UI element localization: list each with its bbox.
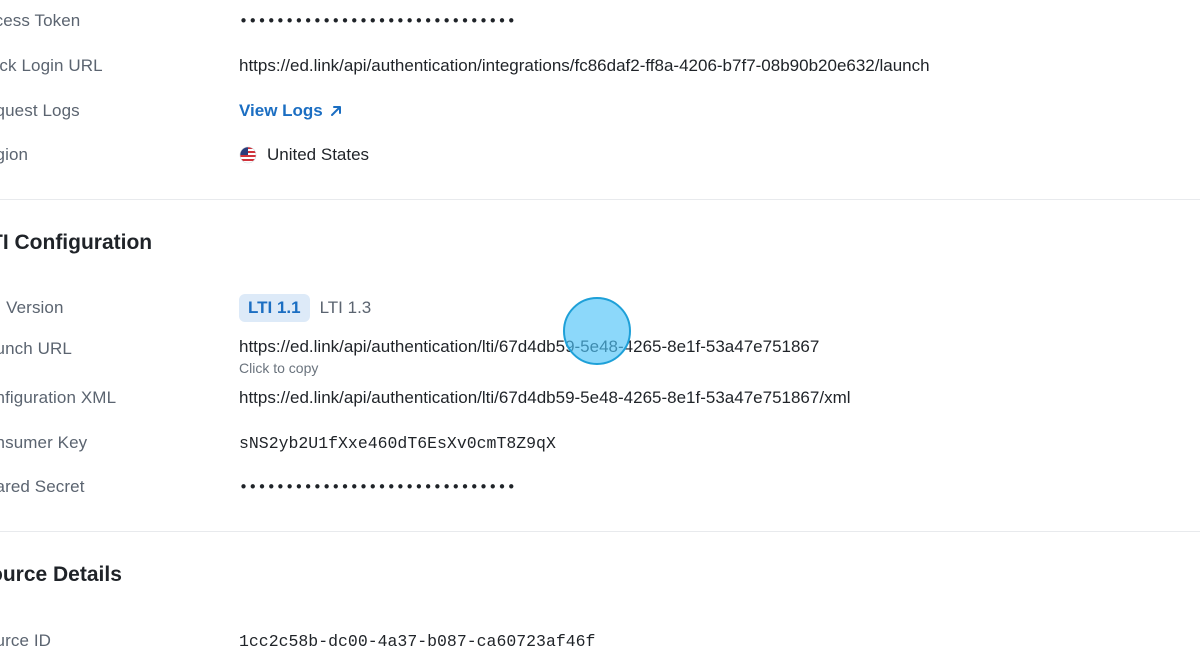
- region-label: egion: [0, 145, 29, 164]
- access-token-value[interactable]: ••••••••••••••••••••••••••••••: [239, 12, 516, 30]
- lti-version-label: TI Version: [0, 298, 64, 317]
- consumer-key-value[interactable]: sNS2yb2U1fXxe460dT6EsXv0cmT8Z9qX: [239, 434, 556, 453]
- lti-1-1-option[interactable]: LTI 1.1: [239, 294, 310, 322]
- section-divider: [0, 531, 1200, 532]
- config-xml-row: onfiguration XML https://ed.link/api/aut…: [0, 384, 1200, 412]
- us-flag-icon: [239, 146, 257, 164]
- launch-url-value[interactable]: https://ed.link/api/authentication/lti/6…: [239, 337, 819, 357]
- lti-version-toggle: LTI 1.1 LTI 1.3: [239, 294, 381, 322]
- source-details-title: ource Details: [0, 563, 122, 586]
- shared-secret-value[interactable]: ••••••••••••••••••••••••••••••: [239, 478, 516, 496]
- request-logs-row: equest Logs View Logs: [0, 97, 1200, 125]
- lti-1-3-option[interactable]: LTI 1.3: [320, 294, 372, 322]
- quick-login-row: uick Login URL https://ed.link/api/authe…: [0, 52, 1200, 80]
- access-token-label: ccess Token: [0, 11, 81, 30]
- source-id-value[interactable]: 1cc2c58b-dc00-4a37-b087-ca60723af46f: [239, 632, 595, 651]
- click-to-copy-hint: Click to copy: [239, 360, 319, 376]
- access-token-row: ccess Token ••••••••••••••••••••••••••••…: [0, 7, 1200, 35]
- source-id-row: ource ID 1cc2c58b-dc00-4a37-b087-ca60723…: [0, 627, 1200, 655]
- integration-details-page: ccess Token ••••••••••••••••••••••••••••…: [0, 0, 1200, 670]
- region-value-wrap: United States: [239, 145, 369, 165]
- view-logs-link[interactable]: View Logs: [239, 101, 343, 121]
- source-id-label: ource ID: [0, 631, 52, 650]
- lti-config-title: TI Configuration: [0, 231, 153, 254]
- config-xml-label: onfiguration XML: [0, 388, 117, 407]
- quick-login-label: uick Login URL: [0, 56, 103, 75]
- arrow-up-right-icon: [330, 106, 341, 116]
- view-logs-text: View Logs: [239, 101, 323, 120]
- section-divider: [0, 199, 1200, 200]
- region-row: egion United States: [0, 141, 1200, 169]
- request-logs-label: equest Logs: [0, 101, 80, 120]
- consumer-key-row: onsumer Key sNS2yb2U1fXxe460dT6EsXv0cmT8…: [0, 429, 1200, 457]
- consumer-key-label: onsumer Key: [0, 433, 88, 452]
- shared-secret-label: hared Secret: [0, 477, 85, 496]
- quick-login-url[interactable]: https://ed.link/api/authentication/integ…: [239, 56, 930, 76]
- region-value: United States: [267, 145, 370, 164]
- config-xml-value[interactable]: https://ed.link/api/authentication/lti/6…: [239, 388, 851, 408]
- shared-secret-row: hared Secret •••••••••••••••••••••••••••…: [0, 473, 1200, 501]
- cursor-highlight: [563, 297, 631, 365]
- launch-url-label: aunch URL: [0, 339, 72, 358]
